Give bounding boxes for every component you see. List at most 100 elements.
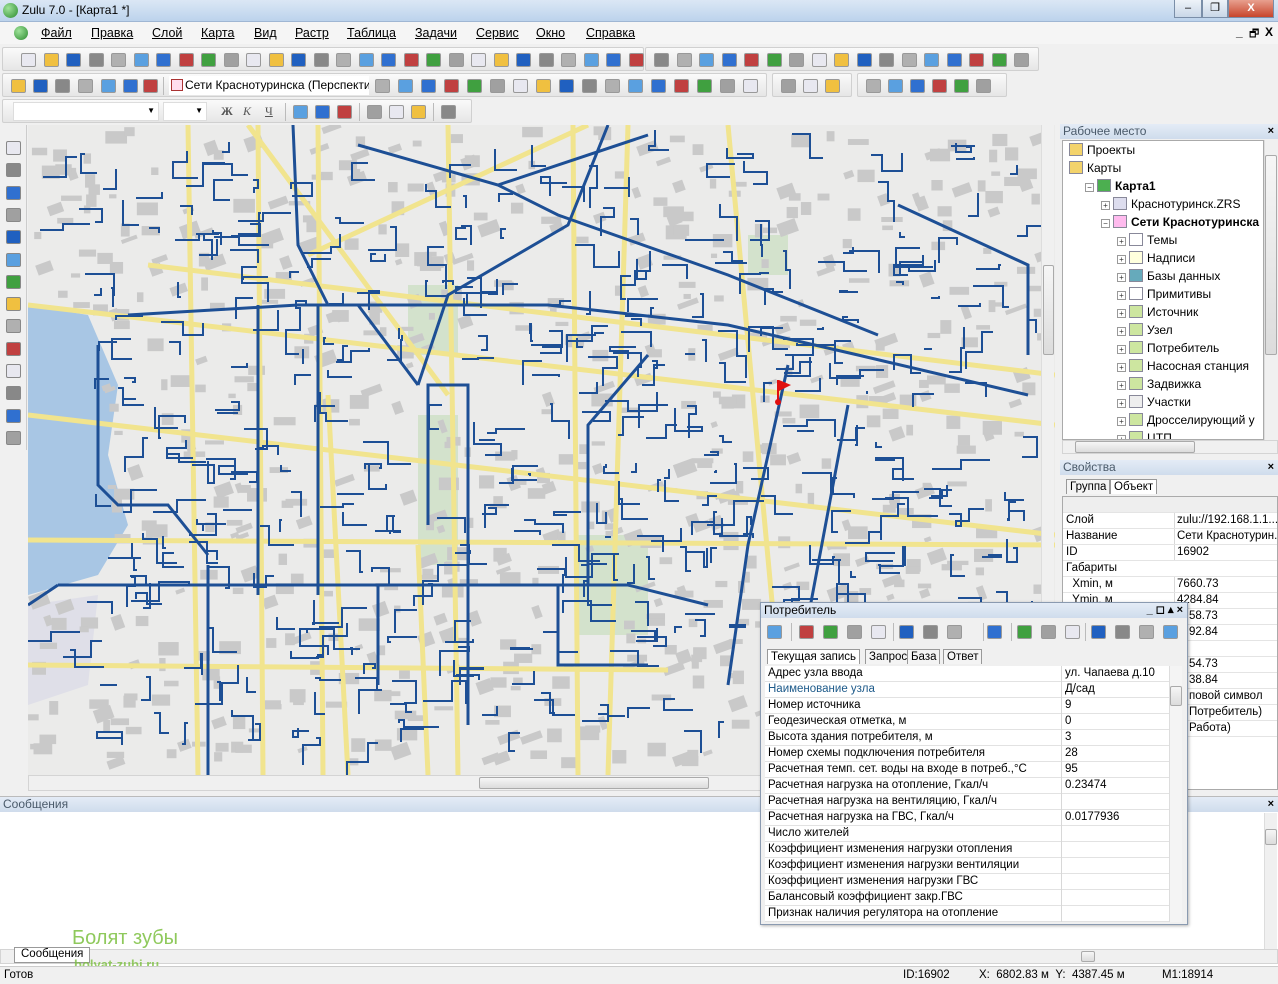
layer2-tool-icon-6[interactable] (513, 79, 528, 93)
consumer-attribute-row[interactable]: Номер схемы подключения потребителя 28 (765, 746, 1169, 762)
layer2-tool-icon-14[interactable] (697, 79, 712, 93)
map-tool-icon-5[interactable] (6, 252, 21, 267)
consumer-tab-3[interactable]: Ответ (943, 649, 983, 664)
expand-icon[interactable]: + (1117, 327, 1126, 336)
attribute-value[interactable] (1061, 874, 1169, 890)
menu-6[interactable]: Таблица (347, 26, 396, 40)
mdi-restore-button[interactable]: 🗗 (1249, 25, 1259, 44)
network-tool-icon-12[interactable] (924, 53, 939, 67)
network-tool-icon-13[interactable] (947, 53, 962, 67)
format-tool-icon-7[interactable] (411, 105, 426, 119)
messages-vertical-scrollbar[interactable] (1264, 813, 1277, 949)
tree-item[interactable]: + Базы данных (1117, 267, 1220, 285)
consumer-tool-icon-9[interactable] (947, 625, 962, 639)
menu-0[interactable]: Файл (41, 26, 72, 40)
standard-tool-icon-23[interactable] (539, 53, 554, 67)
standard-tool-icon-13[interactable] (314, 53, 329, 67)
format-tool-icon-5[interactable] (367, 105, 382, 119)
standard-tool-icon-2[interactable] (66, 53, 81, 67)
minimize-button[interactable]: – (1174, 0, 1202, 18)
menu-4[interactable]: Вид (254, 26, 277, 40)
menu-7[interactable]: Задачи (415, 26, 457, 40)
consumer-tool-icon-5[interactable] (871, 625, 886, 639)
standard-tool-icon-9[interactable] (224, 53, 239, 67)
consumer-attribute-row[interactable]: Расчетная темп. сет. воды на входе в пот… (765, 762, 1169, 778)
consumer-tool-icon-19[interactable] (1139, 625, 1154, 639)
tree-vertical-scrollbar[interactable] (1264, 140, 1277, 440)
tree-item[interactable]: + Темы (1117, 231, 1177, 249)
tree-item[interactable]: + Участки (1117, 393, 1191, 411)
messages-horizontal-scrollbar[interactable] (0, 949, 1278, 964)
active-layer-combo[interactable]: Сети Краснотуринска (Перспекти (169, 76, 369, 95)
attribute-value[interactable]: 3 (1061, 730, 1169, 746)
network-tool-icon-5[interactable] (767, 53, 782, 67)
network-tool-icon-14[interactable] (969, 53, 984, 67)
standard-tool-icon-14[interactable] (336, 53, 351, 67)
network-tool-icon-8[interactable] (834, 53, 849, 67)
tree-item[interactable]: + Примитивы (1117, 285, 1211, 303)
tree-item[interactable]: − Сети Краснотуринска (1101, 213, 1259, 231)
consumer-attribute-row[interactable]: Признак наличия регулятора на отопление (765, 906, 1169, 922)
menu-5[interactable]: Растр (295, 26, 329, 40)
expand-icon[interactable]: + (1117, 363, 1126, 372)
scale-tool-icon-2[interactable] (825, 79, 840, 93)
attribute-value[interactable]: 9 (1061, 698, 1169, 714)
consumer-attribute-row[interactable]: Коэффициент изменения нагрузки отопления (765, 842, 1169, 858)
scale-tool-icon-0[interactable] (781, 79, 796, 93)
standard-tool-icon-17[interactable] (404, 53, 419, 67)
attribute-value[interactable]: ул. Чапаева д.10 (1061, 666, 1169, 682)
consumer-tool-icon-2[interactable] (799, 625, 814, 639)
standard-tool-icon-0[interactable] (21, 53, 36, 67)
map-tool-icon-2[interactable] (6, 185, 21, 200)
expand-icon[interactable]: + (1117, 255, 1126, 264)
close-button[interactable]: X (1228, 0, 1274, 18)
menu-1[interactable]: Правка (91, 26, 133, 40)
consumer-tool-icon-13[interactable] (1017, 625, 1032, 639)
network-tool-icon-1[interactable] (677, 53, 692, 67)
layer-tool-icon-6[interactable] (143, 79, 158, 93)
font-name-combo[interactable]: ▼ (13, 102, 159, 121)
standard-tool-icon-6[interactable] (156, 53, 171, 67)
format-tool-icon-9[interactable] (441, 105, 456, 119)
layer2-tool-icon-3[interactable] (444, 79, 459, 93)
standard-tool-icon-19[interactable] (449, 53, 464, 67)
layer2-tool-icon-12[interactable] (651, 79, 666, 93)
standard-tool-icon-15[interactable] (359, 53, 374, 67)
font-size-combo[interactable]: ▼ (163, 102, 207, 121)
expand-icon[interactable]: + (1117, 345, 1126, 354)
consumer-tab-2[interactable]: База (907, 649, 941, 664)
workspace-tree[interactable]: Проекты Карты − Карта1 + Краснотуринск.ZRS − Се… (1062, 140, 1264, 440)
menu-9[interactable]: Окно (536, 26, 565, 40)
layer-tool-icon-3[interactable] (78, 79, 93, 93)
consumer-attribute-row[interactable]: Коэффициент изменения нагрузки ГВС (765, 874, 1169, 890)
tree-item[interactable]: + Краснотуринск.ZRS (1101, 195, 1240, 213)
standard-tool-icon-4[interactable] (111, 53, 126, 67)
consumer-tab-0[interactable]: Текущая запись (767, 649, 861, 664)
properties-tab-0[interactable]: Группа (1066, 479, 1111, 494)
consumer-vertical-scrollbar[interactable] (1169, 666, 1182, 922)
map-tool-icon-1[interactable] (6, 163, 21, 178)
collapse-icon[interactable]: − (1085, 183, 1094, 192)
network-tool-icon-15[interactable] (992, 53, 1007, 67)
standard-tool-icon-7[interactable] (179, 53, 194, 67)
standard-tool-icon-5[interactable] (134, 53, 149, 67)
expand-icon[interactable]: + (1117, 399, 1126, 408)
consumer-attribute-row[interactable]: Число жителей (765, 826, 1169, 842)
format-tool-icon-6[interactable] (389, 105, 404, 119)
layer2-tool-icon-4[interactable] (467, 79, 482, 93)
close-icon[interactable]: × (1268, 124, 1274, 139)
tree-item[interactable]: + Потребитель (1117, 339, 1219, 357)
consumer-tool-icon-14[interactable] (1041, 625, 1056, 639)
maximize-button[interactable]: ❐ (1202, 0, 1228, 18)
attribute-value[interactable] (1061, 842, 1169, 858)
expand-icon[interactable]: + (1117, 417, 1126, 426)
layer2-tool-icon-9[interactable] (582, 79, 597, 93)
consumer-attribute-row[interactable]: Геодезическая отметка, м 0 (765, 714, 1169, 730)
consumer-attribute-row[interactable]: Коэффициент изменения нагрузки вентиляци… (765, 858, 1169, 874)
menu-10[interactable]: Справка (586, 26, 635, 40)
standard-tool-icon-3[interactable] (89, 53, 104, 67)
menu-3[interactable]: Карта (201, 26, 234, 40)
consumer-tool-icon-3[interactable] (823, 625, 838, 639)
standard-tool-icon-10[interactable] (246, 53, 261, 67)
tree-item[interactable]: Карты (1069, 159, 1121, 177)
